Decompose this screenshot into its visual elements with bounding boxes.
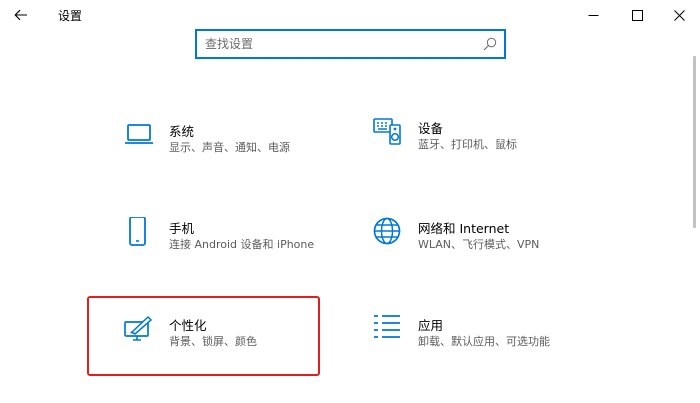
tile-description: 连接 Android 设备和 iPhone (169, 238, 315, 251)
highlight-box (87, 296, 320, 376)
tile-description: 卸载、默认应用、可选功能 (418, 335, 550, 348)
tile-phone[interactable]: 手机 连接 Android 设备和 iPhone (124, 217, 354, 273)
window-title: 设置 (58, 9, 83, 23)
close-icon (673, 9, 685, 21)
tile-apps[interactable]: 应用 卸载、默认应用、可选功能 (373, 314, 603, 370)
phone-icon (129, 217, 146, 246)
maximize-icon (631, 9, 643, 21)
tile-network[interactable]: 网络和 Internet WLAN、飞行模式、VPN (373, 217, 603, 273)
search-icon[interactable] (483, 37, 497, 51)
tile-system[interactable]: 系统 显示、声音、通知、电源 (124, 120, 354, 176)
tile-title: 手机 (169, 221, 195, 236)
tile-description: WLAN、飞行模式、VPN (418, 238, 540, 251)
globe-icon (373, 217, 401, 245)
apps-list-icon (374, 315, 400, 338)
tile-title: 应用 (418, 318, 444, 333)
search-box[interactable] (195, 29, 506, 59)
back-button[interactable] (8, 4, 34, 26)
tile-title: 网络和 Internet (418, 221, 510, 236)
tile-title: 系统 (169, 124, 195, 139)
tile-devices[interactable]: 设备 蓝牙、打印机、鼠标 (373, 117, 603, 173)
tile-description: 显示、声音、通知、电源 (169, 141, 290, 154)
laptop-icon (125, 124, 153, 144)
tile-description: 蓝牙、打印机、鼠标 (418, 138, 517, 151)
maximize-button[interactable] (614, 0, 660, 30)
keyboard-speaker-icon (373, 118, 401, 145)
search-input[interactable] (205, 35, 475, 53)
tile-title: 设备 (418, 121, 444, 136)
minimize-button[interactable] (570, 0, 616, 30)
arrow-left-icon (14, 9, 27, 21)
scrollbar[interactable] (693, 56, 696, 228)
minimize-icon (588, 14, 598, 16)
title-bar: 设置 (0, 0, 700, 30)
close-button[interactable] (656, 0, 700, 30)
